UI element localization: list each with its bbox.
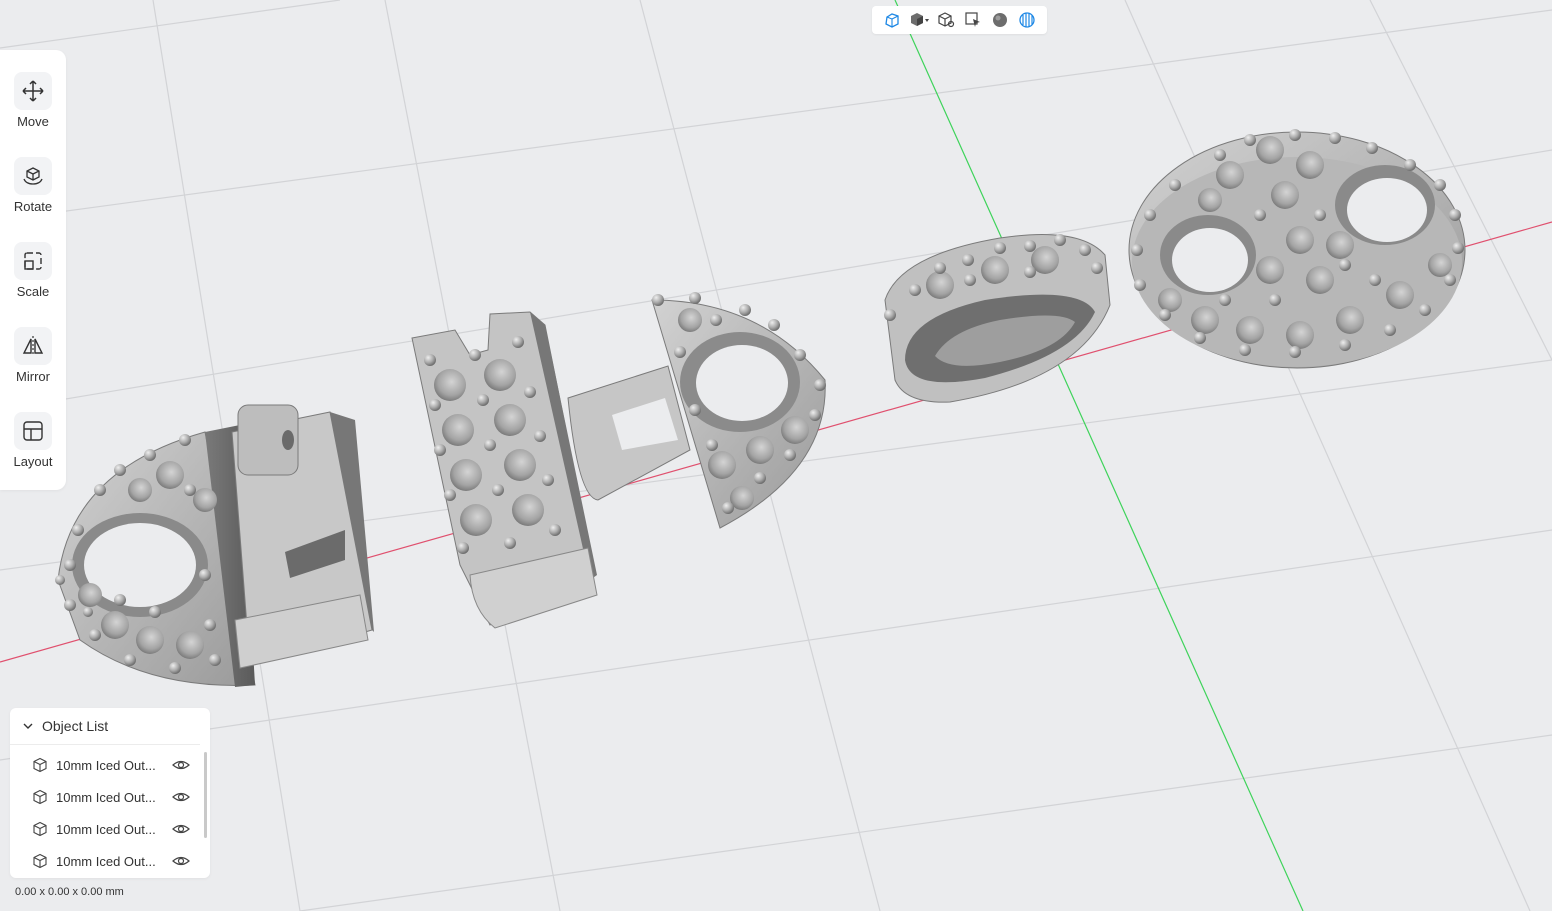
mirror-tool-button[interactable]: Mirror xyxy=(0,305,66,385)
eye-icon[interactable] xyxy=(172,788,190,806)
layout-tool-button[interactable]: Layout xyxy=(0,390,66,470)
rotate-label: Rotate xyxy=(13,199,53,214)
object-list-panel: Object List 10mm Iced Out... 10mm Iced O… xyxy=(10,708,210,878)
move-label: Move xyxy=(17,114,49,129)
wireframe-cube-icon[interactable] xyxy=(935,9,957,31)
mirror-icon xyxy=(14,327,52,365)
object-list-title: Object List xyxy=(42,718,109,734)
perspective-cube-icon[interactable] xyxy=(881,9,903,31)
object-list-item[interactable]: 10mm Iced Out... xyxy=(10,813,210,845)
select-cursor-icon[interactable] xyxy=(962,9,984,31)
scale-icon xyxy=(14,242,52,280)
eye-icon[interactable] xyxy=(172,756,190,774)
scale-tool-button[interactable]: Scale xyxy=(0,220,66,300)
move-icon xyxy=(14,72,52,110)
y-axis xyxy=(894,0,1304,911)
3d-viewport[interactable] xyxy=(0,0,1552,911)
object-name: 10mm Iced Out... xyxy=(56,757,156,773)
dimensions-readout: 0.00 x 0.00 x 0.00 mm xyxy=(15,886,124,898)
striped-sphere-icon[interactable] xyxy=(1016,9,1038,31)
cube-icon xyxy=(32,853,48,869)
object-name: 10mm Iced Out... xyxy=(56,821,156,837)
cube-icon xyxy=(32,757,48,773)
object-list-item[interactable]: 10mm Iced Out... xyxy=(10,781,210,813)
cube-icon xyxy=(32,789,48,805)
pendant-model-1[interactable] xyxy=(55,404,374,687)
bail-loop-model[interactable] xyxy=(567,365,691,501)
shaded-cube-dropdown-icon[interactable] xyxy=(908,9,930,31)
layout-icon xyxy=(14,412,52,450)
object-name: 10mm Iced Out... xyxy=(56,789,156,805)
object-list-scrollbar[interactable] xyxy=(204,752,207,838)
pendant-model-2[interactable] xyxy=(411,311,598,629)
eye-icon[interactable] xyxy=(172,820,190,838)
rotate-icon xyxy=(14,157,52,195)
object-name: 10mm Iced Out... xyxy=(56,853,156,869)
layout-label: Layout xyxy=(13,454,53,469)
mirror-label: Mirror xyxy=(16,369,50,384)
rotate-tool-button[interactable]: Rotate xyxy=(0,135,66,215)
object-list-header[interactable]: Object List xyxy=(10,708,200,745)
cube-icon xyxy=(32,821,48,837)
eye-icon[interactable] xyxy=(172,852,190,870)
chevron-down-icon xyxy=(23,723,33,729)
transform-toolbar: Move Rotate Scale Mirror Layout xyxy=(0,50,66,490)
view-toolbar xyxy=(872,6,1047,34)
move-tool-button[interactable]: Move xyxy=(0,50,66,130)
oval-ring-model[interactable] xyxy=(884,234,1111,403)
object-list-item[interactable]: 10mm Iced Out... xyxy=(10,845,210,877)
sphere-icon[interactable] xyxy=(989,9,1011,31)
scale-label: Scale xyxy=(16,284,50,299)
object-list-item[interactable]: 10mm Iced Out... xyxy=(10,749,210,781)
double-ring-model[interactable] xyxy=(1128,129,1466,369)
